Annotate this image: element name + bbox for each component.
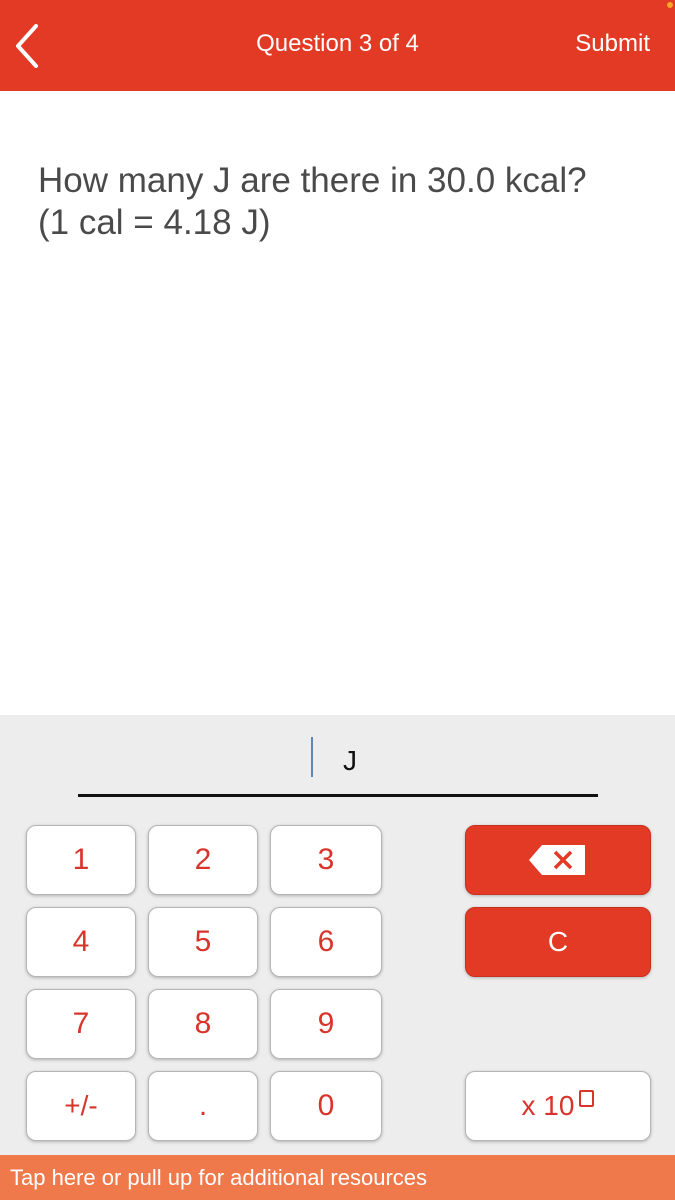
backspace-button[interactable] xyxy=(465,825,651,895)
key-9[interactable]: 9 xyxy=(270,989,382,1059)
status-dot xyxy=(667,2,673,8)
key-2[interactable]: 2 xyxy=(148,825,258,895)
exponent-placeholder-icon xyxy=(579,1089,595,1107)
clear-button[interactable]: C xyxy=(465,907,651,977)
exponent-label: x 10 xyxy=(521,1090,575,1121)
key-8[interactable]: 8 xyxy=(148,989,258,1059)
key-5[interactable]: 5 xyxy=(148,907,258,977)
key-6[interactable]: 6 xyxy=(270,907,382,977)
key-0[interactable]: 0 xyxy=(270,1071,382,1141)
exponent-button[interactable]: x 10 xyxy=(465,1071,651,1141)
key-7[interactable]: 7 xyxy=(26,989,136,1059)
key-4[interactable]: 4 xyxy=(26,907,136,977)
answer-input[interactable] xyxy=(78,735,598,793)
additional-resources-bar[interactable]: Tap here or pull up for additional resou… xyxy=(0,1155,675,1200)
question-line-1: How many J are there in 30.0 kcal? xyxy=(38,161,587,200)
key-1[interactable]: 1 xyxy=(26,825,136,895)
decimal-key[interactable]: . xyxy=(148,1071,258,1141)
question-progress-title: Question 3 of 4 xyxy=(256,30,419,57)
answer-unit: J xyxy=(343,745,357,776)
question-text: How many J are there in 30.0 kcal? (1 ca… xyxy=(38,160,587,244)
top-nav-bar: Question 3 of 4 Submit xyxy=(0,0,675,91)
answer-underline xyxy=(78,794,598,797)
key-3[interactable]: 3 xyxy=(270,825,382,895)
submit-button[interactable]: Submit xyxy=(575,30,650,58)
question-line-2: (1 cal = 4.18 J) xyxy=(38,203,271,242)
sign-toggle-key[interactable]: +/- xyxy=(26,1071,136,1141)
backspace-icon xyxy=(529,845,585,875)
